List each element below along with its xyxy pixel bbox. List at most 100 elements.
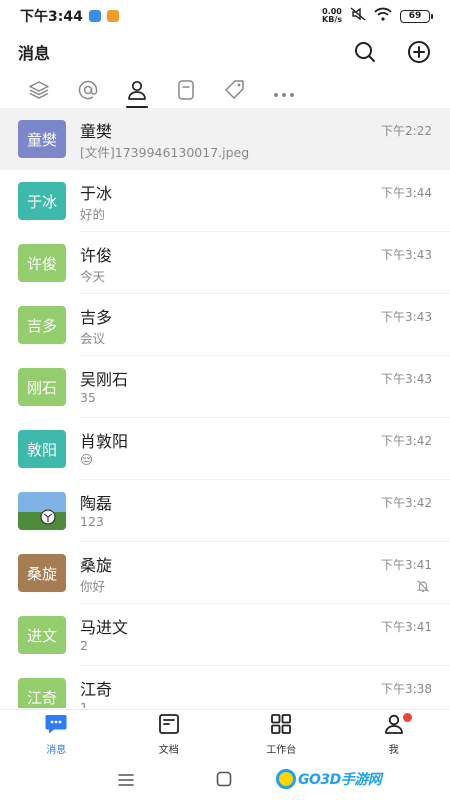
- menu-icon[interactable]: [118, 772, 134, 791]
- message-time: 下午3:42: [381, 434, 432, 448]
- person-icon: [126, 79, 148, 105]
- message-time: 下午3:43: [381, 372, 432, 386]
- avatar-label: 江奇: [26, 688, 57, 707]
- avatar-label: 桑旋: [26, 564, 57, 583]
- message-time: 下午3:41: [381, 620, 432, 634]
- contact-name: 陶磊: [80, 494, 113, 513]
- contact-name: 于冰: [80, 184, 113, 203]
- contact-name: 桑旋: [80, 556, 113, 575]
- contact-name: 马进文: [80, 618, 129, 637]
- chat-item[interactable]: 许俊 许俊今天 下午3:43: [0, 232, 450, 294]
- message-preview: 35: [80, 390, 96, 405]
- chat-item[interactable]: 刚石 吴刚石 35 下午3:43: [0, 356, 450, 418]
- nav-label: 消息: [46, 745, 67, 756]
- avatar[interactable]: [18, 492, 66, 530]
- avatar-label: 童樊: [26, 130, 57, 149]
- nav-messages[interactable]: 消息: [0, 710, 113, 759]
- avatar[interactable]: 敦阳: [18, 430, 66, 468]
- message-preview: 会议: [80, 331, 106, 346]
- watermark-logo: GO3D手游网: [276, 769, 382, 789]
- avatar-label: 许俊: [26, 254, 57, 273]
- header: 消息: [0, 32, 450, 72]
- avatar[interactable]: 童樊: [18, 120, 66, 158]
- contact-name: 肖敦阳: [80, 432, 129, 451]
- mi-notification-icon: [106, 10, 119, 22]
- doc-icon: [158, 713, 180, 739]
- avatar[interactable]: 刚石: [18, 368, 66, 406]
- message-preview: 2: [80, 638, 88, 653]
- message-time: 下午3:43: [381, 310, 432, 324]
- chat-item[interactable]: 桑旋 桑旋你好 下午3:41: [0, 542, 450, 604]
- tab-documents[interactable]: [161, 76, 210, 108]
- message-preview: 你好: [80, 579, 106, 594]
- at-icon: [77, 79, 99, 105]
- chat-item[interactable]: 敦阳 肖敦阳 😔 下午3:42: [0, 418, 450, 480]
- chat-item[interactable]: 进文 马进文 2 下午3:41: [0, 604, 450, 666]
- layers-icon: [28, 80, 50, 104]
- tab-more[interactable]: [259, 76, 308, 108]
- net-speed: 0.00 KB/s: [322, 7, 342, 24]
- tab-contacts[interactable]: [112, 76, 161, 108]
- watermark-ring-icon: [276, 769, 296, 789]
- avatar-label: 进文: [26, 626, 57, 645]
- nav-me[interactable]: 我: [338, 710, 450, 759]
- message-time: 下午3:44: [381, 186, 432, 200]
- chat-item[interactable]: 吉多 吉多 会议 下午3:43: [0, 294, 450, 356]
- avatar[interactable]: 进文: [18, 616, 66, 654]
- notification-badge: [402, 713, 412, 722]
- status-time: 下午3:44: [20, 9, 83, 25]
- filter-tabs: [0, 76, 450, 108]
- muted-bell-icon: [416, 578, 430, 597]
- status-bar: 下午3:44 0.00 KB/s 69: [0, 0, 450, 32]
- nav-docs[interactable]: 文档: [113, 710, 226, 759]
- contact-name: 童樊: [80, 122, 113, 141]
- document-icon: [176, 79, 196, 105]
- avatar-label: 刚石: [26, 378, 57, 397]
- avatar-label: 吉多: [26, 316, 57, 335]
- avatar-label: 于冰: [26, 192, 57, 211]
- avatar[interactable]: 吉多: [18, 306, 66, 344]
- add-icon[interactable]: [406, 39, 432, 65]
- chat-item[interactable]: 于冰 于冰 好的 下午3:44: [0, 170, 450, 232]
- tag-icon: [224, 79, 246, 105]
- message-preview: 今天: [80, 269, 106, 284]
- message-preview: 😔: [80, 452, 94, 467]
- wifi-icon: [374, 7, 392, 25]
- nav-label: 我: [388, 745, 399, 756]
- home-icon[interactable]: [216, 771, 232, 791]
- mute-status-icon: [350, 7, 366, 25]
- nav-workbench[interactable]: 工作台: [225, 710, 338, 759]
- message-time: 下午2:22: [381, 124, 432, 138]
- nav-label: 工作台: [266, 745, 297, 756]
- chat-item[interactable]: 江奇 江奇 1 下午3:38: [0, 666, 450, 708]
- app-notification-icon: [88, 10, 101, 22]
- message-time: 下午3:43: [381, 248, 432, 262]
- tab-tags[interactable]: [210, 76, 259, 108]
- chat-icon: [44, 713, 68, 739]
- chat-list: 童樊 童樊 [文件]1739946130017.jpeg 下午2:22 于冰 于冰 好的 下午…: [0, 108, 450, 708]
- tab-mentions[interactable]: [63, 76, 112, 108]
- system-nav: GO3D手游网: [0, 759, 450, 800]
- more-icon: [273, 83, 295, 102]
- profile-icon: [383, 713, 405, 739]
- watermark-text: GO3D手游网: [298, 772, 382, 788]
- contact-name: 许俊: [80, 246, 113, 265]
- battery-icon: 69: [400, 9, 433, 23]
- tab-layers[interactable]: [14, 76, 63, 108]
- message-time: 下午3:38: [381, 682, 432, 696]
- search-icon[interactable]: [352, 39, 378, 65]
- message-time: 下午3:41: [381, 558, 432, 572]
- contact-name: 吴刚石: [80, 370, 129, 389]
- grid-icon: [270, 713, 292, 739]
- message-preview: [文件]1739946130017.jpeg: [80, 145, 250, 160]
- avatar[interactable]: 桑旋: [18, 554, 66, 592]
- nav-label: 文档: [158, 745, 179, 756]
- avatar[interactable]: 于冰: [18, 182, 66, 220]
- chat-item[interactable]: 陶磊 123 下午3:42: [0, 480, 450, 542]
- bottom-nav: 消息 文档 工作台 我: [0, 709, 450, 759]
- avatar-label: 敦阳: [26, 440, 57, 459]
- avatar[interactable]: 许俊: [18, 244, 66, 282]
- chat-item[interactable]: 童樊 童樊 [文件]1739946130017.jpeg 下午2:22: [0, 108, 450, 170]
- avatar[interactable]: 江奇: [18, 678, 66, 708]
- message-preview: 1: [80, 700, 88, 708]
